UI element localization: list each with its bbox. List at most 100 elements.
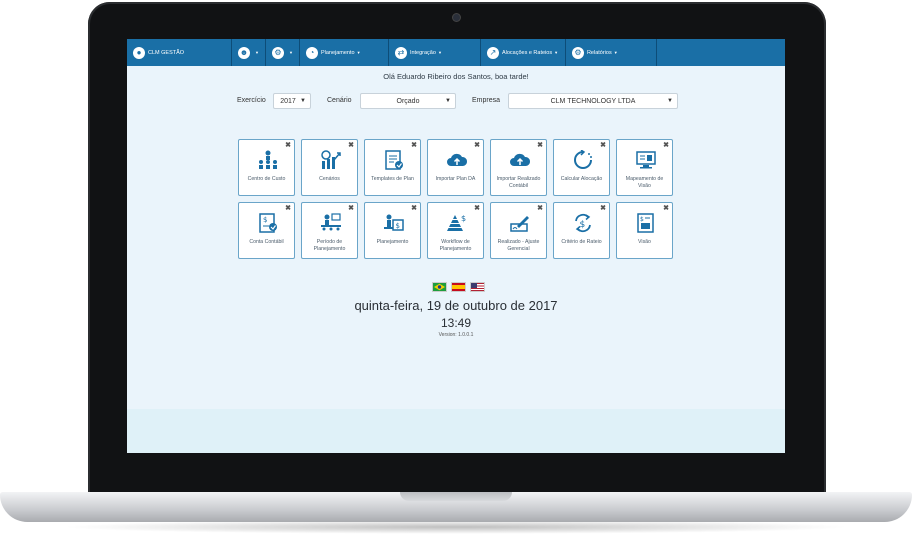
tile-realizado-ajuste-gerencial[interactable]: ✖ Realizado - Ajuste Gerencial <box>490 202 547 259</box>
caret-down-icon: ▼ <box>356 50 361 55</box>
desk-icon: $ <box>383 213 405 233</box>
money-chart-icon <box>320 150 342 170</box>
current-time: 13:49 <box>440 316 472 330</box>
nav-relatorios[interactable]: ⚙ Relatórios ▼ <box>566 39 657 66</box>
tile-templates-de-plan[interactable]: ✖ Templates de Plan <box>364 139 421 196</box>
tile-label: Critério de Rateio <box>561 239 602 245</box>
tile-label: Mapeamento de Visão <box>625 176 664 189</box>
exercicio-label: Exercício <box>237 97 266 104</box>
cenario-label: Cenário <box>327 97 352 104</box>
caret-down-icon: ▼ <box>437 50 442 55</box>
app-screen: ● CLM GESTÃO ☻ ▼ ⚙ ▼ ◔ Planejamento ▼ ⇄ … <box>127 39 785 453</box>
close-icon[interactable]: ✖ <box>348 141 354 149</box>
template-icon <box>383 150 405 170</box>
caret-down-icon: ▼ <box>255 50 259 55</box>
nav-label: Alocações e Rateios <box>501 49 553 56</box>
brazil-flag[interactable] <box>432 282 447 292</box>
close-icon[interactable]: ✖ <box>285 141 291 149</box>
current-date: quinta-feira, 19 de outubro de 2017 <box>354 298 558 313</box>
close-icon[interactable]: ✖ <box>411 204 417 212</box>
close-icon[interactable]: ✖ <box>474 204 480 212</box>
svg-text:$: $ <box>396 222 400 230</box>
tile-workflow-de-planejamento[interactable]: ✖ $ Workflow de Planejamento <box>427 202 484 259</box>
tile-calcular-alocacao[interactable]: ✖ Calcular Alocação <box>553 139 610 196</box>
report-gear-icon: ⚙ <box>571 46 584 59</box>
svg-text:$: $ <box>461 214 466 223</box>
tile-cenarios[interactable]: ✖ Cenários <box>301 139 358 196</box>
close-icon[interactable]: ✖ <box>600 204 606 212</box>
tile-label: Período de Planejamento <box>313 239 346 252</box>
tile-centro-de-custo[interactable]: ✖ Centro de Custo <box>238 139 295 196</box>
pyramid-icon: $ <box>446 213 468 233</box>
caret-down-icon: ▼ <box>554 50 559 55</box>
tile-importar-realizado-contabil[interactable]: ✖ Importar Realizado Contábil <box>490 139 547 196</box>
close-icon[interactable]: ✖ <box>663 141 669 149</box>
integration-icon: ⇄ <box>394 46 407 59</box>
report-icon: $ <box>635 213 657 233</box>
close-icon[interactable]: ✖ <box>411 141 417 149</box>
currency-cycle-icon: $ <box>572 213 594 233</box>
close-icon[interactable]: ✖ <box>285 204 291 212</box>
cloud-upload-icon <box>446 150 468 170</box>
nav-planejamento[interactable]: ◔ Planejamento ▼ <box>300 39 389 66</box>
nav-brand[interactable]: ● CLM GESTÃO <box>127 39 232 66</box>
nav-alocacoes[interactable]: ↗ Alocações e Rateios ▼ <box>481 39 566 66</box>
svg-text:$: $ <box>263 216 267 224</box>
top-navbar: ● CLM GESTÃO ☻ ▼ ⚙ ▼ ◔ Planejamento ▼ ⇄ … <box>127 39 785 66</box>
close-icon[interactable]: ✖ <box>663 204 669 212</box>
nav-integracao[interactable]: ⇄ Integração ▼ <box>389 39 481 66</box>
caret-down-icon: ▼ <box>445 98 451 104</box>
cloud-upload-icon <box>509 150 531 170</box>
globe-icon: ● <box>133 46 145 59</box>
tile-planejamento[interactable]: ✖ $ Planejamento <box>364 202 421 259</box>
close-icon[interactable]: ✖ <box>600 141 606 149</box>
exercicio-select[interactable]: 2017 ▼ <box>273 93 311 109</box>
meeting-icon <box>320 213 342 233</box>
refresh-icon <box>572 150 594 170</box>
footer-band <box>127 409 785 453</box>
usa-flag[interactable] <box>470 282 485 292</box>
tile-label: Planejamento <box>376 239 409 245</box>
tile-visao[interactable]: ✖ $ Visão <box>616 202 673 259</box>
tile-label: Calcular Alocação <box>560 176 603 182</box>
tile-periodo-de-planejamento[interactable]: ✖ Período de Planejamento <box>301 202 358 259</box>
tile-conta-contabil[interactable]: ✖ $ Conta Contábil <box>238 202 295 259</box>
close-icon[interactable]: ✖ <box>474 141 480 149</box>
tile-label: Workflow de Planejamento <box>439 239 472 252</box>
dashboard-icon: ◔ <box>305 46 318 59</box>
language-flags <box>432 282 485 292</box>
brand-label: CLM GESTÃO <box>148 49 185 56</box>
tile-criterio-de-rateio[interactable]: ✖ $ Critério de Rateio <box>553 202 610 259</box>
gear-icon: ⚙ <box>271 46 284 59</box>
tile-label: Importar Plan DA <box>435 176 476 182</box>
nav-label: Integração <box>409 49 436 56</box>
nav-settings[interactable]: ⚙ ▼ <box>266 39 300 66</box>
nav-user[interactable]: ☻ ▼ <box>232 39 266 66</box>
close-icon[interactable]: ✖ <box>348 204 354 212</box>
nav-label: Planejamento <box>320 49 355 56</box>
version-text: Version: 1.0.0.1 <box>438 332 474 338</box>
nav-label: Relatórios <box>586 49 612 56</box>
empresa-select[interactable]: CLM TECHNOLOGY LTDA ▼ <box>508 93 678 109</box>
empresa-label: Empresa <box>472 97 501 104</box>
tile-label: Cenários <box>319 176 340 182</box>
document-money-icon: $ <box>257 213 279 233</box>
spain-flag[interactable] <box>451 282 466 292</box>
cenario-select[interactable]: Orçado ▼ <box>360 93 456 109</box>
close-icon[interactable]: ✖ <box>537 141 543 149</box>
laptop-shadow <box>60 520 852 534</box>
tile-label: Templates de Plan <box>371 176 414 182</box>
laptop-notch <box>400 492 512 501</box>
tile-importar-plan-da[interactable]: ✖ Importar Plan DA <box>427 139 484 196</box>
svg-text:$: $ <box>640 216 644 223</box>
org-chart-icon <box>257 150 279 170</box>
user-icon: ☻ <box>238 46 250 59</box>
tile-mapeamento-de-visao[interactable]: ✖ Mapeamento de Visão <box>616 139 673 196</box>
exercicio-value: 2017 <box>280 97 296 105</box>
close-icon[interactable]: ✖ <box>537 204 543 212</box>
webcam <box>453 14 460 21</box>
tile-label: Centro de Custo <box>247 176 286 182</box>
monitor-icon <box>635 150 657 170</box>
svg-text:$: $ <box>580 220 586 230</box>
tile-label: Visão <box>638 239 651 245</box>
